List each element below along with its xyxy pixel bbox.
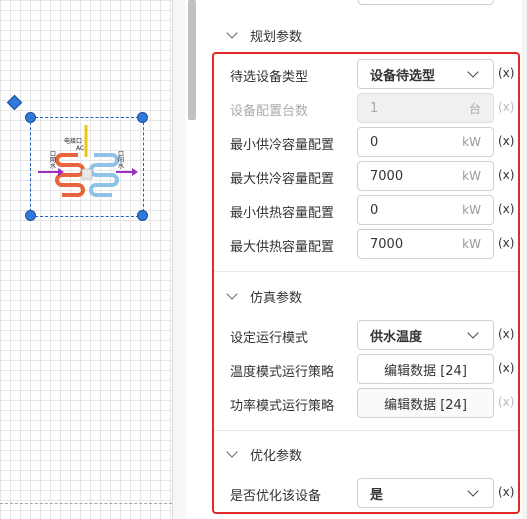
chevron-down-icon xyxy=(467,66,479,78)
scrollbar-track[interactable] xyxy=(178,0,186,519)
min-heat-input[interactable]: 0 kW xyxy=(357,195,494,225)
panel-scrollbar[interactable] xyxy=(522,0,527,519)
device-port-label: AC xyxy=(76,145,85,152)
expression-toggle: (x) xyxy=(498,100,515,114)
scrollbar-thumb[interactable] xyxy=(188,0,196,120)
expression-toggle[interactable]: (x) xyxy=(498,236,514,250)
resize-handle-bottom-right[interactable] xyxy=(137,210,148,221)
expression-toggle[interactable]: (x) xyxy=(498,485,514,499)
expression-toggle[interactable]: (x) xyxy=(498,134,514,148)
max-heat-label: 最大供热容量配置 xyxy=(230,240,335,255)
chevron-down-icon xyxy=(226,288,238,300)
edit-temp-strategy-button[interactable]: 编辑数据 [24] xyxy=(357,354,494,384)
heat-pump-device[interactable]: 电接口 AC 口 网 水 口 阳 水 xyxy=(38,125,138,205)
min-cool-input[interactable]: 0 kW xyxy=(357,127,494,157)
chevron-down-icon xyxy=(226,446,238,458)
section-simulation-header[interactable]: 仿真参数 xyxy=(216,286,302,306)
section-divider xyxy=(214,430,518,431)
section-optimization-header[interactable]: 优化参数 xyxy=(216,444,302,464)
section-title: 规划参数 xyxy=(250,29,303,45)
chevron-down-icon xyxy=(467,485,479,497)
max-cool-label: 最大供冷容量配置 xyxy=(230,172,335,187)
chevron-down-icon xyxy=(467,327,479,339)
optimize-select[interactable]: 是 xyxy=(357,478,494,508)
expression-toggle[interactable]: (x) xyxy=(498,327,514,341)
chevron-down-icon xyxy=(226,27,238,39)
power-strategy-label: 功率模式运行策略 xyxy=(230,399,335,414)
page-boundary xyxy=(0,503,172,504)
rotate-handle[interactable] xyxy=(6,94,23,111)
max-heat-input[interactable]: 7000 kW xyxy=(357,229,494,259)
previous-field[interactable] xyxy=(358,0,494,5)
optimize-label: 是否优化该设备 xyxy=(230,489,322,504)
max-cool-input[interactable]: 7000 kW xyxy=(357,161,494,191)
resize-handle-bottom-left[interactable] xyxy=(25,210,36,221)
resize-handle-top-right[interactable] xyxy=(137,112,148,123)
min-cool-label: 最小供冷容量配置 xyxy=(230,138,335,153)
resize-handle-top-left[interactable] xyxy=(25,112,36,123)
section-divider xyxy=(214,271,518,272)
expression-toggle[interactable]: (x) xyxy=(498,361,514,375)
run-mode-label: 设定运行模式 xyxy=(230,331,309,346)
edit-power-strategy-button[interactable]: 编辑数据 [24] xyxy=(357,388,494,418)
section-planning-header[interactable]: 规划参数 xyxy=(216,25,302,45)
run-mode-select[interactable]: 供水温度 xyxy=(357,320,494,350)
expression-toggle[interactable]: (x) xyxy=(498,66,514,80)
temp-strategy-label: 温度模式运行策略 xyxy=(230,365,335,380)
section-title: 优化参数 xyxy=(250,448,303,464)
min-heat-label: 最小供热容量配置 xyxy=(230,206,335,221)
device-count-label: 设备配置台数 xyxy=(230,104,309,119)
expression-toggle[interactable]: (x) xyxy=(498,168,514,182)
section-title: 仿真参数 xyxy=(250,290,303,306)
diagram-canvas[interactable]: 电接口 AC 口 网 水 口 阳 水 xyxy=(0,0,172,519)
device-port-label: 水 xyxy=(118,163,125,170)
device-count-input: 1 台 xyxy=(357,93,494,123)
device-port-label: 水 xyxy=(50,163,57,170)
device-type-select[interactable]: 设备待选型 xyxy=(357,59,494,89)
expression-toggle[interactable]: (x) xyxy=(498,202,514,216)
device-type-label: 待选设备类型 xyxy=(230,70,309,85)
expression-toggle[interactable]: (x) xyxy=(498,395,514,409)
